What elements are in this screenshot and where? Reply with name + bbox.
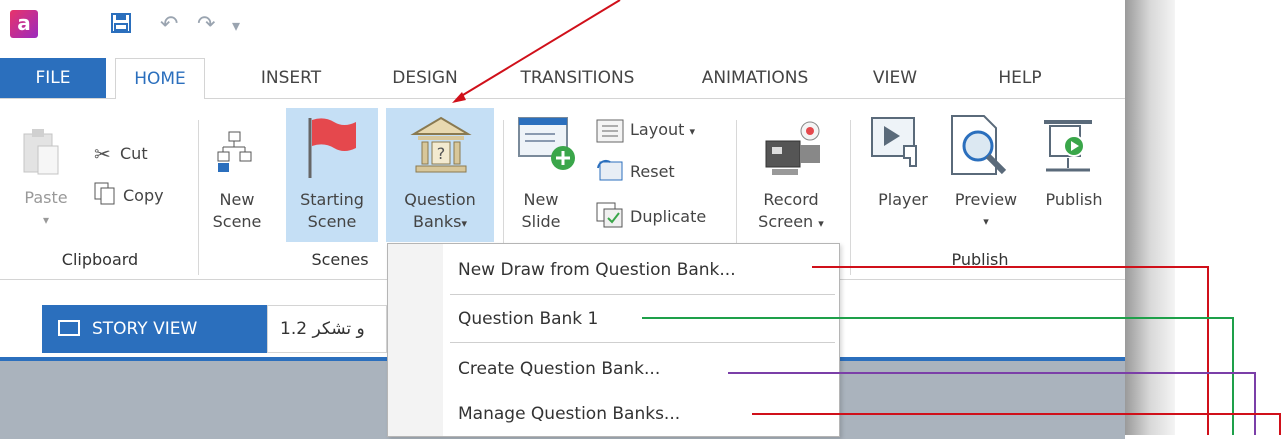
callout-line-new-draw — [812, 266, 1209, 435]
callout-line-create — [728, 372, 1256, 435]
callout-line-manage — [752, 413, 1281, 435]
annotation-overlay — [452, 0, 1281, 435]
callout-line-question-bank-1 — [642, 317, 1234, 435]
pointer-arrow-line — [457, 0, 621, 99]
